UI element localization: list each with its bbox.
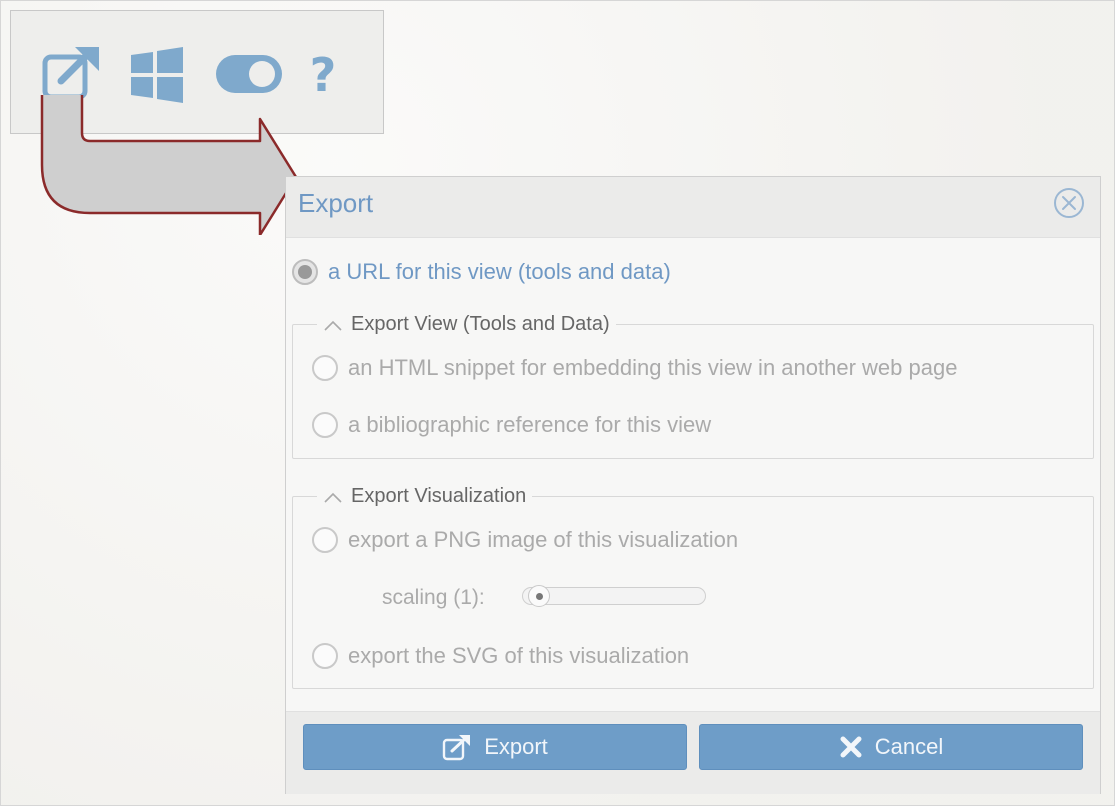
cancel-button-label: Cancel <box>874 734 944 759</box>
toggle-icon[interactable] <box>214 53 284 95</box>
html-snippet-radio[interactable] <box>312 355 338 381</box>
export-icon[interactable] <box>41 43 103 103</box>
chevron-up-icon[interactable] <box>323 318 343 332</box>
url-radio[interactable] <box>292 259 318 285</box>
export-dialog: Export a URL for this view (tools and da… <box>285 176 1101 794</box>
dialog-header: Export <box>286 177 1100 238</box>
export-view-legend-text: Export View (Tools and Data) <box>351 313 610 335</box>
export-icon <box>443 735 471 761</box>
png-option[interactable]: export a PNG image of this visualization <box>312 527 738 553</box>
scaling-label: scaling (1): <box>382 586 485 609</box>
bibliographic-label: a bibliographic reference for this view <box>348 412 712 437</box>
cancel-button[interactable]: Cancel <box>699 724 1083 770</box>
url-option-label: a URL for this view (tools and data) <box>328 259 671 284</box>
png-radio[interactable] <box>312 527 338 553</box>
export-view-legend: Export View (Tools and Data) <box>317 313 616 336</box>
svg-option-label: export the SVG of this visualization <box>348 643 690 668</box>
help-icon[interactable]: ? <box>303 45 343 105</box>
bibliographic-option[interactable]: a bibliographic reference for this view <box>312 412 711 438</box>
dialog-button-bar: Export Cancel <box>286 711 1100 794</box>
chevron-up-icon[interactable] <box>323 490 343 504</box>
export-button-label: Export <box>484 734 548 759</box>
close-icon[interactable] <box>1052 186 1086 220</box>
url-option[interactable]: a URL for this view (tools and data) <box>292 259 671 285</box>
export-button[interactable]: Export <box>303 724 687 770</box>
export-visualization-legend: Export Visualization <box>317 485 532 508</box>
scaling-slider-handle[interactable] <box>528 585 550 607</box>
dialog-title: Export <box>298 188 374 218</box>
svg-radio[interactable] <box>312 643 338 669</box>
export-visualization-legend-text: Export Visualization <box>351 485 527 507</box>
svg-option[interactable]: export the SVG of this visualization <box>312 643 689 669</box>
callout-arrow <box>40 95 298 235</box>
html-snippet-label: an HTML snippet for embedding this view … <box>348 355 958 380</box>
png-option-label: export a PNG image of this visualization <box>348 527 739 552</box>
html-snippet-option[interactable]: an HTML snippet for embedding this view … <box>312 355 957 381</box>
bibliographic-radio[interactable] <box>312 412 338 438</box>
close-icon <box>840 736 862 758</box>
